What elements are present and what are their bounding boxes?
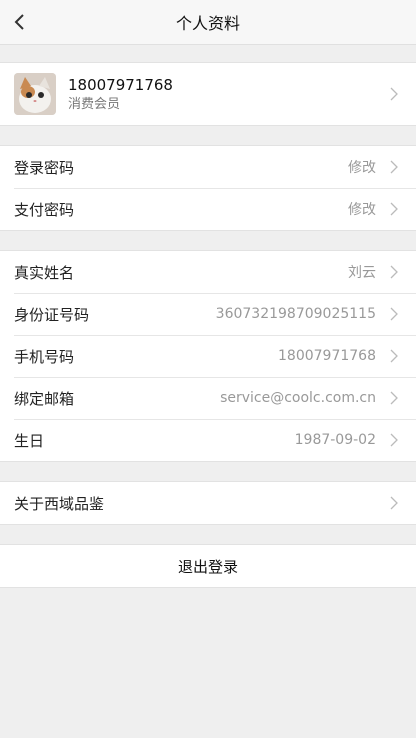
cat-avatar-icon xyxy=(14,73,56,115)
page-title: 个人资料 xyxy=(175,14,240,33)
avatar xyxy=(14,73,56,115)
pay-password-row[interactable]: 支付密码 修改 xyxy=(0,188,416,230)
email-row[interactable]: 绑定邮箱 service@coolc.com.cn xyxy=(0,377,416,419)
row-value: 修改 xyxy=(348,202,376,218)
member-type: 消费会员 xyxy=(68,96,121,112)
row-value: 360732198709025115 xyxy=(215,306,376,322)
info-group: 真实姓名 刘云 身份证号码 360732198709025115 手机号码 18… xyxy=(0,250,416,462)
login-password-row[interactable]: 登录密码 修改 xyxy=(0,146,416,188)
row-value: service@coolc.com.cn xyxy=(220,390,376,406)
chevron-right-icon xyxy=(390,349,398,363)
real-name-row[interactable]: 真实姓名 刘云 xyxy=(0,251,416,293)
chevron-right-icon xyxy=(390,160,398,174)
row-value: 修改 xyxy=(348,160,376,176)
chevron-right-icon xyxy=(390,87,398,101)
chevron-right-icon xyxy=(390,265,398,279)
chevron-left-icon xyxy=(14,14,24,30)
row-value: 1987-09-02 xyxy=(294,432,376,448)
row-label: 关于西域品鉴 xyxy=(14,494,105,513)
row-label: 登录密码 xyxy=(14,158,75,177)
row-value: 18007971768 xyxy=(278,348,376,364)
profile-card[interactable]: 18007971768 消费会员 xyxy=(0,62,416,126)
top-bar: 个人资料 xyxy=(0,0,416,45)
logout-label: 退出登录 xyxy=(177,557,238,576)
security-group: 登录密码 修改 支付密码 修改 xyxy=(0,145,416,231)
logout-button[interactable]: 退出登录 xyxy=(0,544,416,588)
row-label: 身份证号码 xyxy=(14,305,90,324)
row-value: 刘云 xyxy=(348,265,376,281)
mobile-number-row[interactable]: 手机号码 18007971768 xyxy=(0,335,416,377)
row-label: 支付密码 xyxy=(14,200,75,219)
id-number-row[interactable]: 身份证号码 360732198709025115 xyxy=(0,293,416,335)
birthday-row[interactable]: 生日 1987-09-02 xyxy=(0,419,416,461)
chevron-right-icon xyxy=(390,307,398,321)
about-group: 关于西域品鉴 xyxy=(0,481,416,525)
row-label: 生日 xyxy=(14,431,45,450)
row-label: 真实姓名 xyxy=(14,263,75,282)
chevron-right-icon xyxy=(390,391,398,405)
chevron-right-icon xyxy=(390,496,398,510)
back-button[interactable] xyxy=(0,0,40,44)
row-label: 手机号码 xyxy=(14,347,75,366)
chevron-right-icon xyxy=(390,202,398,216)
user-phone: 18007971768 xyxy=(68,75,173,94)
chevron-right-icon xyxy=(390,433,398,447)
about-row[interactable]: 关于西域品鉴 xyxy=(0,482,416,524)
row-label: 绑定邮箱 xyxy=(14,389,75,408)
